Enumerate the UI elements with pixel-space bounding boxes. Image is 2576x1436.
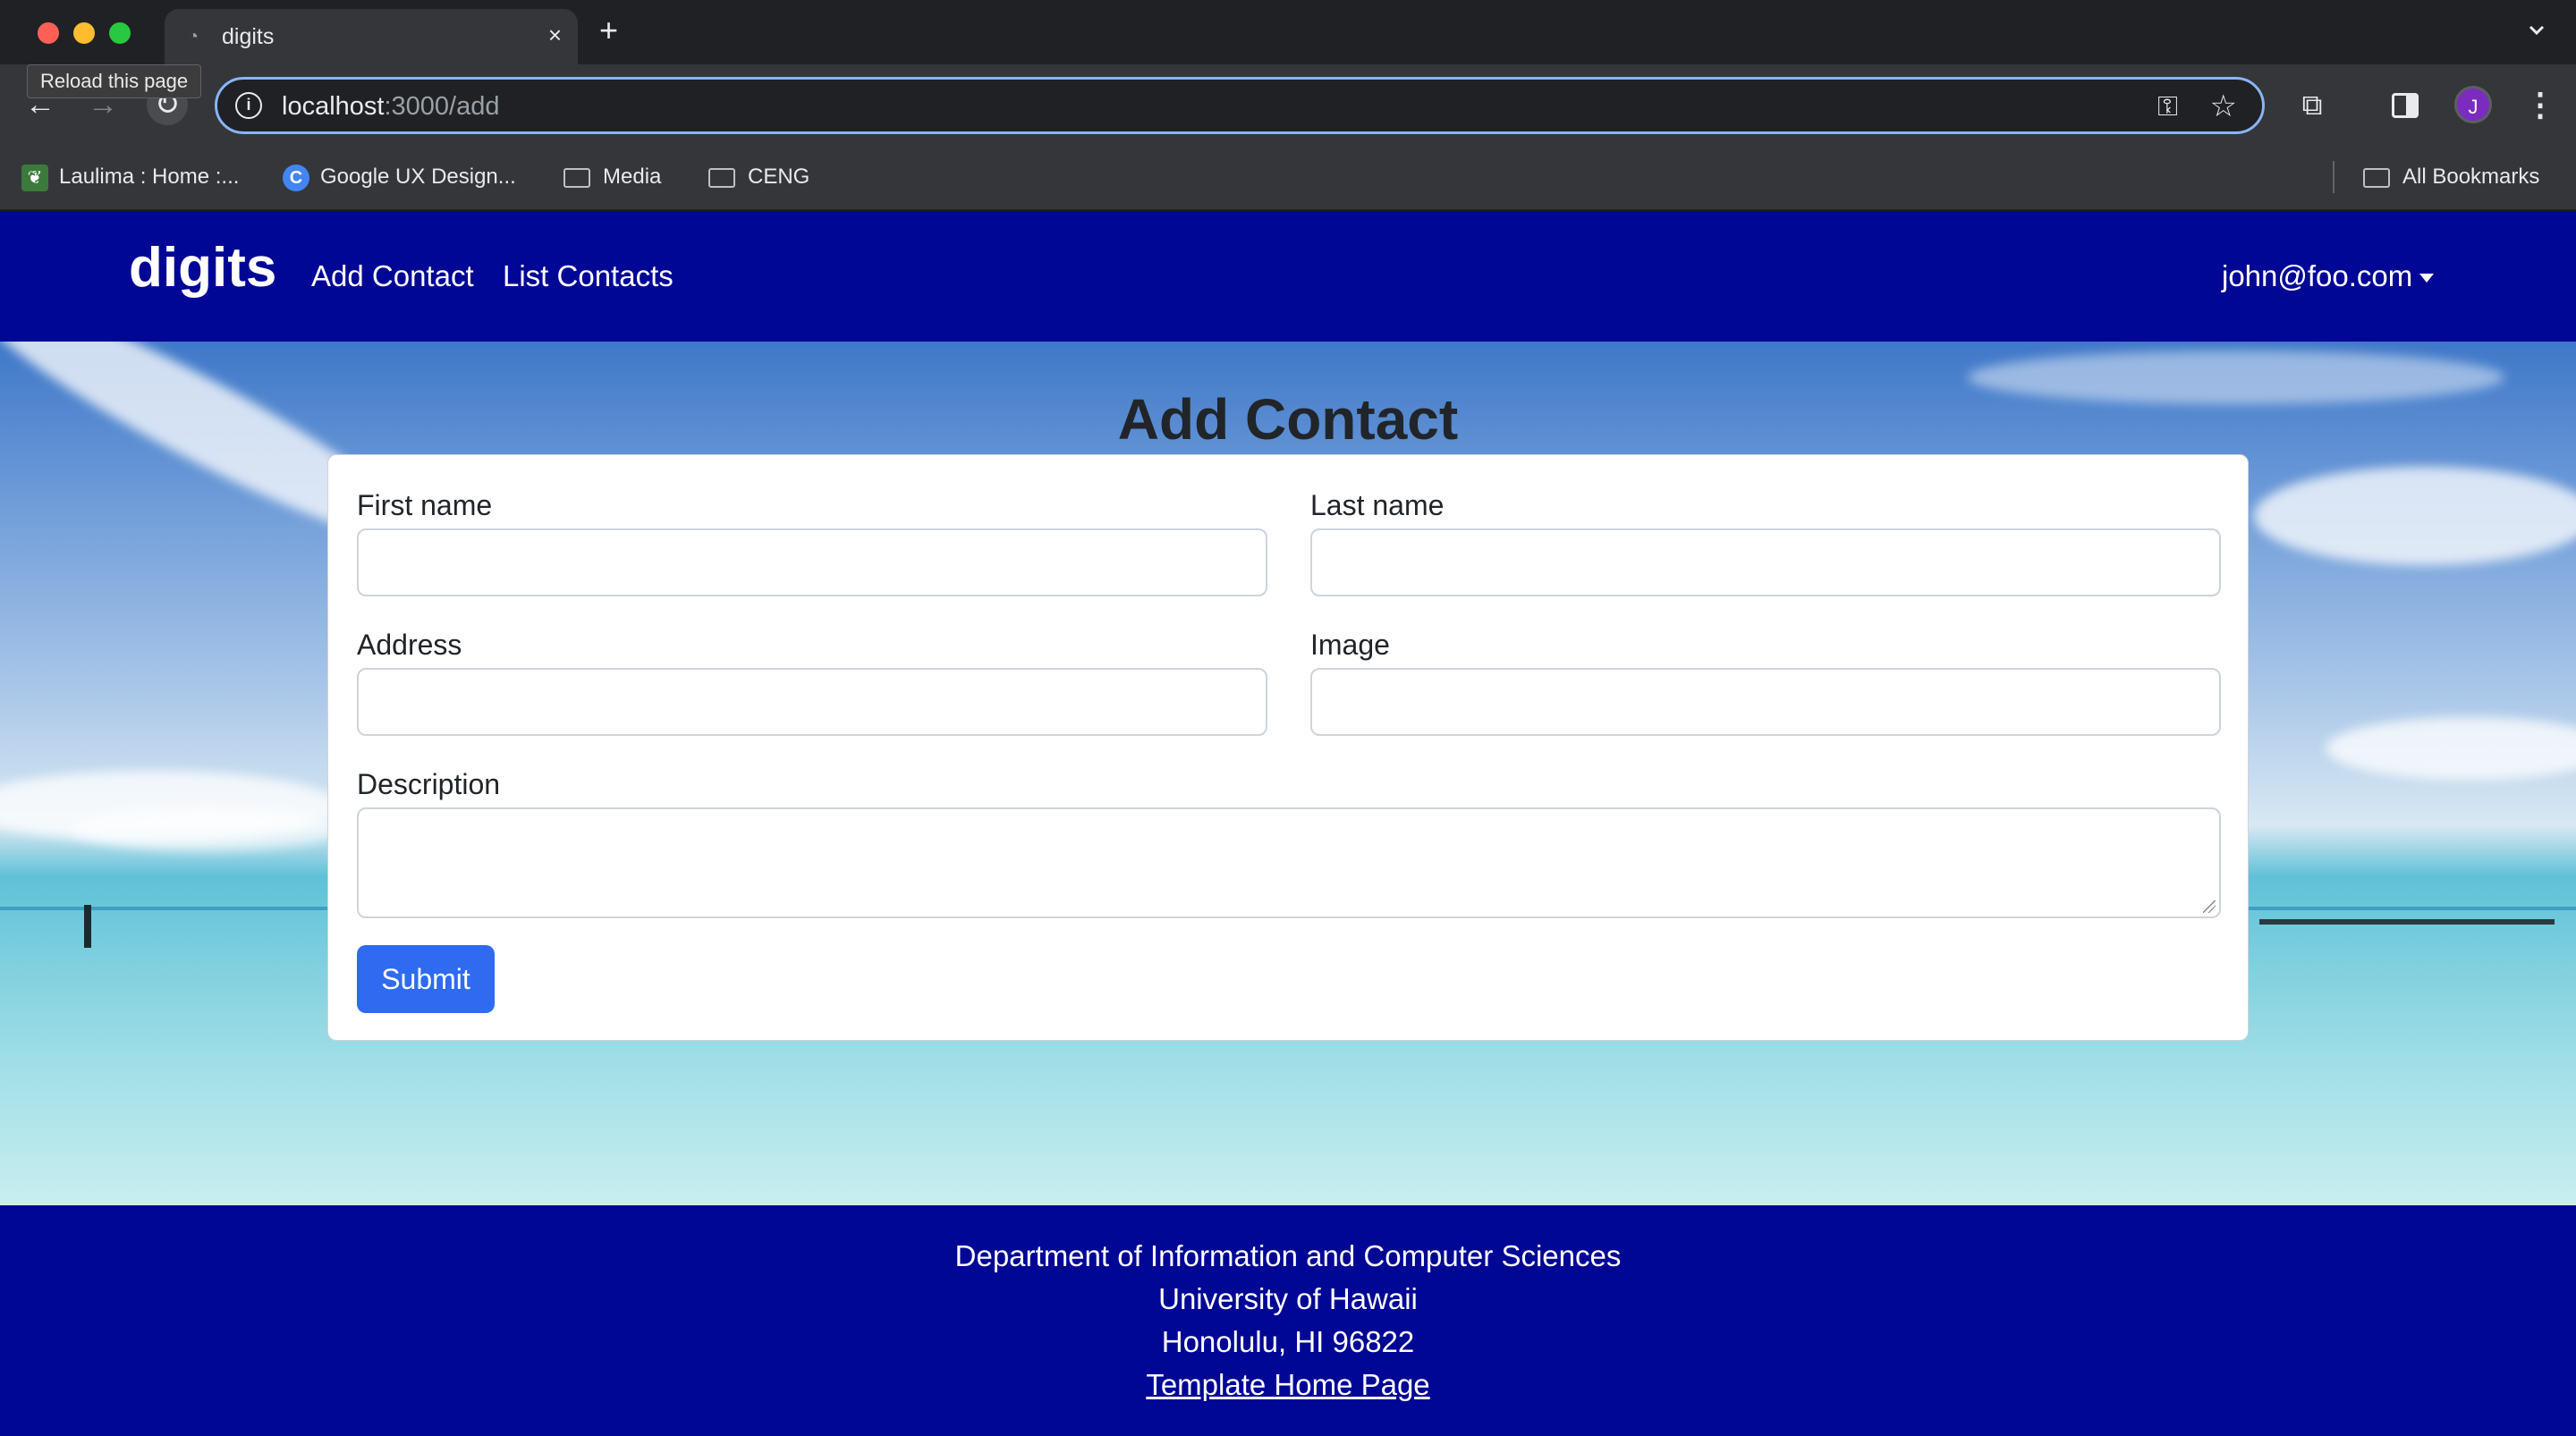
nav-list-contacts[interactable]: List Contacts	[503, 259, 674, 293]
folder-icon	[708, 167, 735, 188]
google-icon: C	[283, 164, 309, 191]
tab-close-icon[interactable]: ×	[548, 21, 562, 48]
address-bar[interactable]: i localhost:3000/add ⚿ ☆	[215, 77, 2265, 134]
leaf-icon: ❦	[21, 164, 48, 191]
beach-background: Add Contact First name Last name Address…	[0, 342, 2576, 1205]
wooden-post	[84, 905, 91, 948]
all-bookmarks-button[interactable]: All Bookmarks	[2363, 159, 2539, 195]
top-navbar: digits Add Contact List Contacts john@fo…	[0, 211, 2576, 342]
address-input[interactable]	[357, 668, 1267, 736]
footer-university: University of Hawaii	[1158, 1282, 1418, 1315]
new-tab-button[interactable]: +	[599, 13, 618, 48]
description-textarea[interactable]	[357, 807, 2221, 918]
extensions-puzzle-icon[interactable]: ⧉	[2295, 88, 2329, 122]
folder-icon	[564, 167, 590, 188]
footer-department: Department of Information and Computer S…	[954, 1239, 1622, 1272]
last-name-input[interactable]	[1310, 528, 2221, 596]
cloud-shape	[2326, 717, 2576, 780]
caret-down-icon	[2419, 274, 2435, 283]
nav-add-contact[interactable]: Add Contact	[311, 259, 474, 293]
maximize-window-button[interactable]	[109, 22, 131, 44]
template-home-link[interactable]: Template Home Page	[1146, 1368, 1429, 1401]
tab-title: digits	[222, 24, 275, 49]
user-dropdown[interactable]: john@foo.com	[2222, 259, 2435, 293]
user-email: john@foo.com	[2222, 259, 2413, 292]
reload-tooltip: Reload this page	[27, 64, 202, 98]
web-page: digits Add Contact List Contacts john@fo…	[0, 211, 2576, 1436]
browser-tab[interactable]: ◔ digits ×	[165, 9, 578, 64]
brand-logo[interactable]: digits	[129, 236, 276, 300]
tab-favicon-icon: ◔	[187, 27, 199, 46]
browser-toolbar: ← → ↻ i localhost:3000/add ⚿ ☆ ⧉ J ⋮	[0, 64, 2576, 145]
cloud-shape	[72, 807, 340, 851]
description-label: Description	[357, 768, 501, 800]
cloud-shape	[2254, 467, 2576, 565]
bookmark-label: CENG	[748, 165, 810, 189]
browser-tab-bar: ◔ digits × +	[0, 0, 2576, 64]
footer-address: Honolulu, HI 96822	[1161, 1325, 1415, 1358]
side-panel-icon[interactable]	[2392, 93, 2419, 118]
url-text[interactable]: localhost:3000/add	[282, 92, 499, 122]
profile-avatar[interactable]: J	[2454, 86, 2492, 123]
add-contact-form: First name Last name Address Image Descr…	[327, 454, 2249, 1041]
more-menu-icon[interactable]: ⋮	[2524, 84, 2556, 125]
folder-icon	[2363, 167, 2390, 188]
distant-pier	[2259, 919, 2555, 925]
close-window-button[interactable]	[38, 22, 59, 44]
bookmark-folder-media[interactable]: Media	[564, 159, 661, 195]
password-key-icon[interactable]: ⚿	[2157, 92, 2178, 122]
minimize-window-button[interactable]	[73, 22, 95, 44]
bookmark-google-ux[interactable]: C Google UX Design...	[283, 159, 516, 195]
url-path: :3000/add	[384, 92, 500, 121]
all-bookmarks-label: All Bookmarks	[2402, 165, 2540, 189]
tab-search-chevron-icon[interactable]	[2524, 18, 2549, 43]
submit-button[interactable]: Submit	[357, 945, 495, 1013]
resize-handle-icon[interactable]	[2203, 900, 2216, 913]
image-label: Image	[1310, 629, 1390, 661]
page-footer: Department of Information and Computer S…	[0, 1205, 2576, 1436]
url-host: localhost	[282, 92, 385, 121]
bookmark-folder-ceng[interactable]: CENG	[708, 159, 809, 195]
site-info-icon[interactable]: i	[235, 92, 262, 119]
image-input[interactable]	[1310, 668, 2221, 736]
bookmark-label: Google UX Design...	[320, 165, 516, 189]
last-name-label: Last name	[1310, 489, 1445, 521]
address-label: Address	[357, 629, 462, 661]
bookmarks-bar: ❦ Laulima : Home :... C Google UX Design..…	[0, 145, 2576, 211]
bookmark-label: Media	[603, 165, 662, 189]
first-name-label: First name	[357, 489, 493, 521]
first-name-input[interactable]	[357, 528, 1267, 596]
bookmark-label: Laulima : Home :...	[59, 165, 240, 189]
bookmark-laulima[interactable]: ❦ Laulima : Home :...	[21, 159, 239, 195]
bookmark-star-icon[interactable]: ☆	[2210, 89, 2237, 124]
bookmarks-divider	[2333, 161, 2334, 193]
page-title: Add Contact	[1117, 387, 1459, 452]
